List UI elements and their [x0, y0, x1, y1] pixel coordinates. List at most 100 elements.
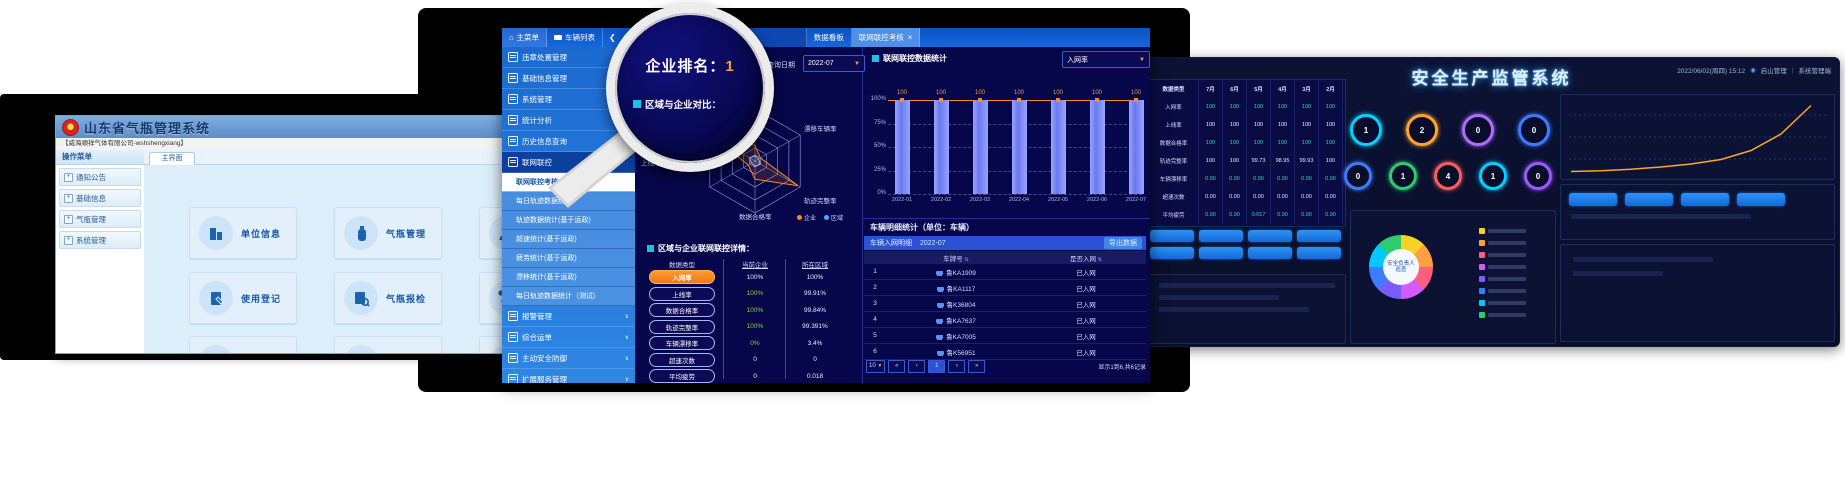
table-row[interactable]: 4鲁KA7637已入网: [864, 312, 1146, 328]
radar-axis-label: 漂移车辆率: [804, 124, 837, 133]
quick-button[interactable]: [1681, 193, 1729, 206]
tab-network-assess-active[interactable]: 联网联控考核 ×: [852, 28, 921, 47]
month-cell: 100: [1223, 134, 1247, 152]
table-row[interactable]: 2鲁KA1117已入网: [864, 280, 1146, 296]
quick-button[interactable]: [1625, 193, 1673, 206]
submenu-item-疲劳统计(基于运政)[interactable]: 疲劳统计(基于运政): [502, 249, 635, 268]
alert-icon: [344, 345, 378, 354]
submenu-item-漂移统计(基于运政)[interactable]: 漂移统计(基于运政): [502, 268, 635, 287]
y-tick-label: 25%: [862, 167, 886, 173]
month-cell: 0.00: [1295, 188, 1319, 206]
status-button[interactable]: [1199, 230, 1243, 242]
car-icon: [936, 335, 943, 339]
tab-data-board[interactable]: 数据看板: [807, 28, 852, 47]
metric-button-轨迹完整率[interactable]: 轨迹完整率: [649, 320, 715, 334]
sidebar-item-气瓶管理[interactable]: +气瓶管理: [59, 210, 141, 228]
plate-text: 鲁K56951: [947, 350, 976, 357]
submenu-item-每日轨迹数据统计（测试）[interactable]: 每日轨迹数据统计（测试）: [502, 287, 635, 306]
metric-button-超速次数[interactable]: 超速次数: [649, 353, 715, 367]
plate-column-header[interactable]: 车牌号 ⇅: [886, 253, 1026, 263]
tab-vehicle-list[interactable]: 车辆列表: [547, 28, 603, 47]
magnifier-lens: 企业排名：1 区域与企业对比：: [606, 4, 774, 172]
tile-使用登记[interactable]: 使用登记: [189, 272, 297, 324]
tile-气瓶报检[interactable]: 气瓶报检: [334, 272, 442, 324]
metric-button-平均疲劳[interactable]: 平均疲劳: [649, 369, 715, 383]
table-row[interactable]: 1鲁KA1909已入网: [864, 264, 1146, 280]
month-cell: 0.00: [1247, 188, 1271, 206]
plus-icon: +: [64, 236, 73, 245]
magnified-rank-text: 企业排名：1: [615, 55, 765, 76]
table-row[interactable]: 6鲁K56951已入网: [864, 344, 1146, 360]
status-cell: 已入网: [1026, 331, 1146, 341]
tile-wrench-icon[interactable]: [479, 272, 504, 324]
sidebar-item-通知公告[interactable]: +通知公告: [59, 168, 141, 186]
sidebar-item-系统管理[interactable]: +系统管理: [59, 231, 141, 249]
main-menu-button[interactable]: ⌂ 主菜单: [502, 28, 547, 47]
status-column-header[interactable]: 是否入网 ⇅: [1026, 253, 1146, 263]
trend-line-chart: [1561, 95, 1834, 179]
tile-chart-icon[interactable]: [479, 336, 504, 354]
bar-value-label: 100: [1009, 90, 1029, 96]
close-icon[interactable]: ×: [908, 33, 913, 42]
status-button[interactable]: [1297, 247, 1341, 259]
table-row[interactable]: 5鲁KA7005已入网: [864, 328, 1146, 344]
legend-dot: [797, 215, 802, 220]
collapse-icon[interactable]: ❮: [609, 33, 616, 42]
item-label: 报警管理: [522, 311, 552, 322]
sidebar-item-主动安全防御[interactable]: 主动安全防御∨: [502, 348, 635, 369]
tile-气瓶管理[interactable]: 气瓶管理: [334, 207, 442, 259]
bar-value-label: 100: [892, 90, 912, 96]
sidebar-item-扩展服务管理[interactable]: 扩展服务管理∨: [502, 369, 635, 383]
subbar-label: 车辆入网明细: [870, 238, 912, 248]
bar-value-label: 100: [1048, 90, 1068, 96]
quick-button[interactable]: [1737, 193, 1785, 206]
query-date-dropdown[interactable]: 2022-07▼: [803, 55, 865, 72]
prev-page-button[interactable]: ‹: [908, 360, 925, 373]
sidebar-item-基础信息[interactable]: +基础信息: [59, 189, 141, 207]
status-button[interactable]: [1248, 247, 1292, 259]
main-menu-label: 主菜单: [517, 32, 540, 43]
metric-dropdown[interactable]: 入网率▼: [1062, 51, 1150, 68]
month-cell: 0.00: [1223, 206, 1247, 224]
tab-bar: 主界面: [144, 150, 503, 165]
status-cell: 已入网: [1026, 283, 1146, 293]
stat-ring: 2: [1406, 114, 1438, 146]
sidebar-item-综合运单[interactable]: 综合运单∨: [502, 327, 635, 348]
legend-item: [1479, 309, 1526, 321]
tile-person-icon[interactable]: [479, 207, 504, 259]
role-text[interactable]: 系统管理端: [1799, 65, 1832, 75]
tile-信息预警[interactable]: 信息预警: [334, 336, 442, 354]
submenu-item-超速统计(基于运政)[interactable]: 超速统计(基于运政): [502, 230, 635, 249]
current-page[interactable]: 1: [928, 360, 945, 373]
user-name[interactable]: 启山管理: [1761, 65, 1787, 75]
status-button[interactable]: [1150, 230, 1194, 242]
page-size-select[interactable]: 10 ▼: [866, 360, 885, 373]
pill-cell: 超速次数: [639, 353, 725, 367]
table-row[interactable]: 3鲁K36804已入网: [864, 296, 1146, 312]
row-number: 6: [864, 348, 886, 355]
last-page-button[interactable]: »: [968, 360, 985, 373]
export-button[interactable]: 导出数据: [1104, 237, 1142, 249]
metric-button-车辆漂移率[interactable]: 车辆漂移率: [649, 336, 715, 350]
legend-item-企业: 企业: [797, 213, 816, 222]
bar-chart-plot: 100100100100100100100: [888, 100, 1142, 194]
metric-button-上线率[interactable]: 上线率: [649, 287, 715, 301]
next-page-button[interactable]: ›: [948, 360, 965, 373]
item-label: 扩展服务管理: [522, 374, 567, 384]
status-button[interactable]: [1150, 247, 1194, 259]
status-button[interactable]: [1297, 230, 1341, 242]
sidebar-menu: +通知公告 +基础信息 +气瓶管理 +系统管理: [56, 168, 144, 249]
metric-button-数据合格率[interactable]: 数据合格率: [649, 303, 715, 317]
metric-button-入网率[interactable]: 入网率: [649, 270, 715, 284]
status-button[interactable]: [1248, 230, 1292, 242]
plus-icon: +: [64, 215, 73, 224]
quick-button[interactable]: [1569, 193, 1617, 206]
sidebar-item-报警管理[interactable]: 报警管理∨: [502, 306, 635, 327]
record-summary: 显示1到6,共6记录: [1098, 362, 1146, 371]
status-button[interactable]: [1199, 247, 1243, 259]
legend-square: [1479, 300, 1485, 306]
tile-单位信息[interactable]: 单位信息: [189, 207, 297, 259]
first-page-button[interactable]: «: [888, 360, 905, 373]
tile-气瓶充装[interactable]: 气瓶充装: [189, 336, 297, 354]
stat-ring: 0: [1518, 114, 1550, 146]
